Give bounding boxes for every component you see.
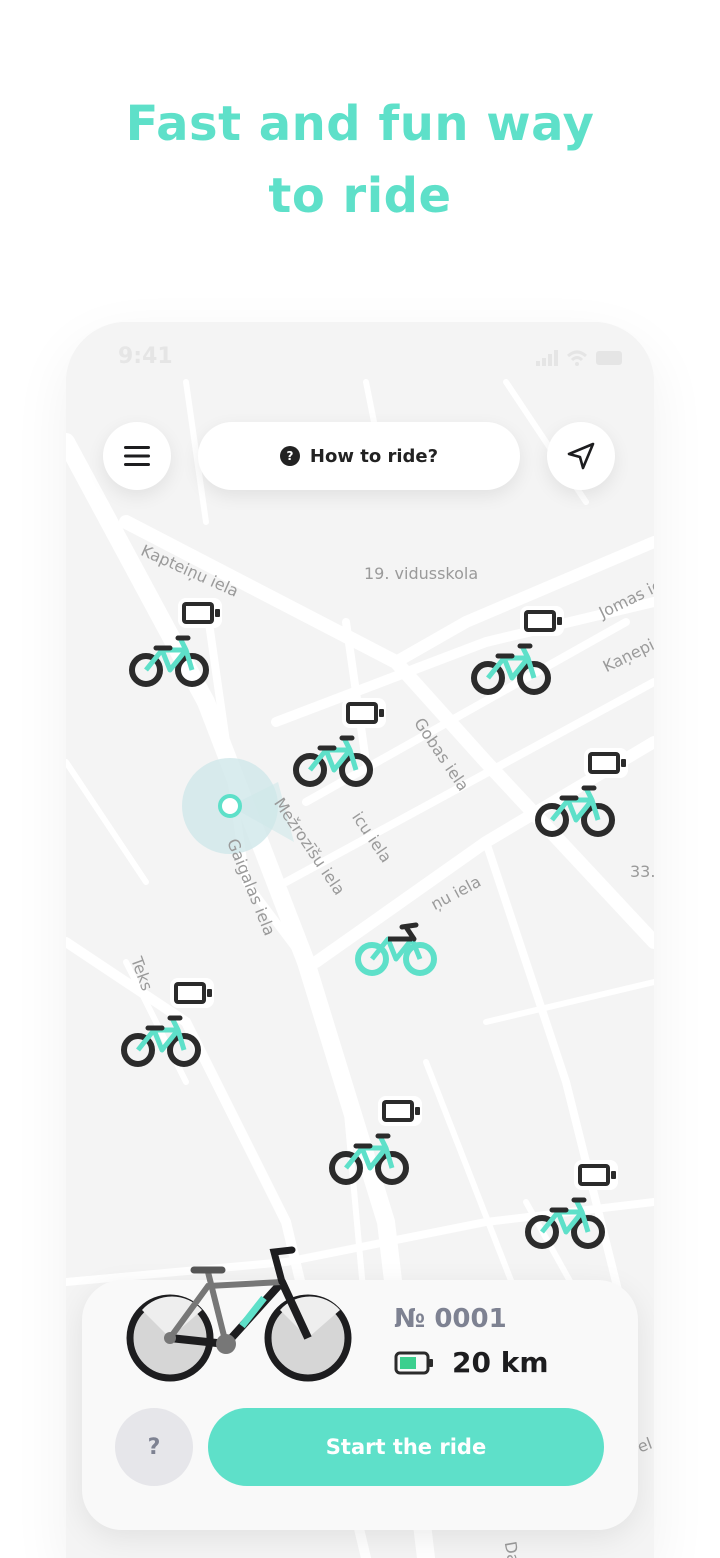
bike-icon bbox=[293, 735, 373, 787]
bike-icon bbox=[129, 635, 209, 687]
street-label: 19. vidusskola bbox=[364, 564, 479, 583]
headline: Fast and fun way to ride bbox=[0, 88, 720, 232]
selected-bike-marker[interactable] bbox=[348, 900, 458, 1000]
bike-number: № 0001 bbox=[394, 1304, 507, 1334]
bike-icon bbox=[121, 1015, 201, 1067]
range-row: 20 km bbox=[394, 1346, 549, 1379]
status-time: 9:41 bbox=[118, 344, 173, 369]
bike-icon bbox=[535, 785, 615, 837]
bike-marker[interactable] bbox=[284, 692, 394, 792]
help-button[interactable]: ? bbox=[115, 1408, 193, 1486]
how-to-ride-label: How to ride? bbox=[309, 445, 439, 467]
menu-button[interactable] bbox=[103, 422, 171, 490]
signal-icon bbox=[536, 350, 558, 366]
bike-marker[interactable] bbox=[462, 600, 572, 700]
range-value: 20 km bbox=[452, 1346, 549, 1379]
battery-icon bbox=[574, 1160, 618, 1190]
battery-icon bbox=[520, 606, 564, 636]
bike-icon bbox=[355, 922, 437, 976]
battery-icon bbox=[170, 978, 214, 1008]
bike-image bbox=[126, 1246, 352, 1382]
bike-icon bbox=[329, 1133, 409, 1185]
street-label: 33. bbox=[630, 862, 654, 881]
phone-mockup: 9:41 ? How to ride? Kapteiņu iela 19. vi… bbox=[66, 322, 654, 1558]
battery-icon bbox=[178, 598, 222, 628]
bike-marker[interactable] bbox=[320, 1090, 430, 1190]
battery-icon bbox=[378, 1096, 422, 1126]
bike-marker[interactable] bbox=[516, 1154, 626, 1254]
bike-marker[interactable] bbox=[526, 742, 636, 842]
bike-icon bbox=[525, 1197, 605, 1249]
headline-line-1: Fast and fun way bbox=[125, 96, 595, 152]
headline-line-2: to ride bbox=[268, 168, 452, 224]
bike-marker[interactable] bbox=[120, 592, 230, 692]
help-icon: ? bbox=[279, 446, 300, 466]
street-label: Da bbox=[500, 1539, 524, 1558]
battery-icon bbox=[394, 1351, 433, 1374]
bike-info-card: № 0001 20 km ? Start the ride bbox=[82, 1246, 638, 1530]
status-bar: 9:41 bbox=[66, 340, 654, 376]
start-ride-button[interactable]: Start the ride bbox=[208, 1408, 604, 1486]
battery-status-icon bbox=[596, 351, 622, 365]
bike-marker[interactable] bbox=[112, 972, 222, 1072]
menu-icon bbox=[124, 446, 150, 466]
battery-icon bbox=[342, 698, 386, 728]
battery-icon bbox=[584, 748, 628, 778]
bike-icon bbox=[471, 643, 551, 695]
locate-button[interactable] bbox=[547, 422, 615, 490]
how-to-ride-button[interactable]: ? How to ride? bbox=[198, 422, 520, 490]
wifi-icon bbox=[567, 350, 587, 366]
navigation-arrow-icon bbox=[567, 442, 595, 470]
